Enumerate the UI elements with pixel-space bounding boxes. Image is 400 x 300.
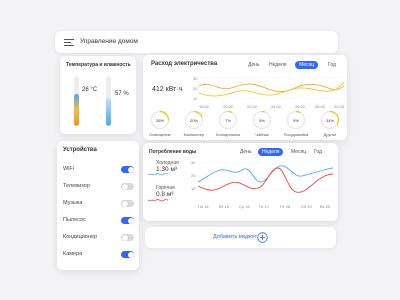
gauge: 26% Освещение — [144, 109, 176, 139]
tab-water-week[interactable]: Неделя — [258, 148, 284, 156]
water-x-label: Вс 20 — [320, 204, 331, 209]
temperature-value: 26 °C — [82, 87, 98, 93]
electricity-title: Расход электричества — [151, 61, 218, 67]
device-toggle[interactable] — [121, 183, 134, 190]
device-label: Кондиционер — [63, 234, 98, 240]
gauge-percent: 9% — [293, 118, 299, 123]
tab-elec-month[interactable]: Месяц — [295, 61, 319, 69]
device-label: WiFi — [63, 166, 74, 172]
water-x-label: Вт 15 — [219, 204, 229, 209]
electricity-total: 412 кВт·ч — [152, 86, 183, 93]
electricity-line-yellow — [199, 81, 344, 97]
devices-title: Устройства — [63, 147, 97, 153]
device-label: Телевизор — [63, 183, 90, 189]
gauge-label: Компьютер — [183, 132, 205, 137]
humidity-fill — [106, 97, 111, 126]
temperature-card-title: Температура и влажность — [66, 62, 131, 68]
water-y-tick: 20 — [191, 173, 196, 178]
page-title: Управление домом — [80, 38, 138, 45]
electricity-line-chart — [199, 77, 344, 99]
toggle-knob — [121, 234, 128, 241]
devices-card: Устройства WiFi Телевизор Музыка Пылесос Кон… — [57, 141, 139, 270]
tab-water-day[interactable]: День — [236, 148, 256, 156]
device-toggle[interactable] — [121, 217, 134, 224]
humidity-value: 57 % — [115, 91, 129, 97]
gauge: 7% Холодильник — [212, 109, 244, 139]
tab-water-month[interactable]: Месяц — [287, 148, 310, 156]
device-row: Телевизор — [57, 182, 139, 192]
gauge: 20% Компьютер — [178, 109, 210, 139]
water-title: Потребление воды — [149, 149, 197, 155]
water-x-label: Чт 17 — [259, 204, 270, 209]
device-row: WiFi — [57, 165, 139, 175]
water-y-tick: 30 — [191, 160, 196, 165]
menu-icon[interactable] — [64, 39, 74, 46]
device-row: Музыка — [57, 199, 139, 209]
gauge-label: Освещение — [149, 132, 171, 137]
device-label: Музыка — [63, 200, 83, 206]
gauge-percent: 7% — [225, 118, 231, 123]
gauge: 9% Посудомойка — [280, 109, 312, 139]
device-toggle[interactable] — [121, 251, 134, 258]
device-toggle[interactable] — [121, 200, 134, 207]
device-toggle[interactable] — [121, 234, 134, 241]
water-line-chart — [198, 162, 333, 193]
toggle-knob — [121, 183, 128, 190]
gauge-label: Чайник — [255, 132, 269, 137]
temperature-fill — [74, 93, 79, 126]
hot-water-line — [198, 167, 333, 193]
gauge-label: Другое — [323, 132, 337, 137]
hot-wave-icon — [148, 199, 168, 202]
toggle-knob — [127, 251, 134, 258]
water-x-label: Сб 19 — [301, 204, 312, 209]
water-y-tick: 10 — [191, 186, 196, 191]
tab-water-year[interactable]: Год — [310, 148, 326, 156]
device-label: Пылесос — [63, 217, 86, 223]
water-x-label: Ср 16 — [239, 204, 250, 209]
humidity-bar — [106, 76, 111, 126]
cold-wave-icon — [148, 173, 168, 176]
device-row: Кондиционер — [57, 233, 139, 243]
gauge-percent: 20% — [189, 118, 198, 123]
elec-y-tick: 10 — [193, 96, 198, 101]
water-x-label: Пт 18 — [280, 204, 291, 209]
device-row: Камера — [57, 250, 139, 260]
plus-circle-icon — [257, 232, 268, 243]
gauge: 34% Другое — [314, 109, 346, 139]
water-x-label: Пн 14 — [198, 204, 209, 209]
add-widget-label: Добавить виджет — [213, 234, 258, 240]
hot-water-value: 0.8 м³ — [156, 191, 174, 198]
add-widget-button[interactable]: Добавить виджет — [145, 227, 336, 248]
device-toggle[interactable] — [121, 166, 134, 173]
device-row: Пылесос — [57, 216, 139, 226]
toggle-knob — [127, 217, 134, 224]
toggle-knob — [127, 166, 134, 173]
temperature-card: Температура и влажность 26 °C 57 % — [60, 56, 136, 134]
gauge: 5% Чайник — [246, 109, 278, 139]
elec-y-tick: 20 — [193, 86, 198, 91]
temperature-bar — [74, 76, 79, 126]
device-label: Камера — [63, 251, 83, 257]
gauge-label: Посудомойка — [283, 132, 309, 137]
cold-water-line — [198, 165, 333, 183]
gauge-percent: 34% — [325, 118, 334, 123]
elec-y-tick: 30 — [193, 76, 198, 81]
electricity-card: Расход электричества День Неделя Месяц Г… — [143, 55, 347, 140]
gauge-percent: 5% — [259, 118, 265, 123]
tab-elec-year[interactable]: Год — [324, 61, 340, 69]
toggle-knob — [121, 200, 128, 207]
water-card: Потребление воды День Неделя Месяц Год Х… — [143, 143, 338, 221]
gauge-percent: 26% — [155, 118, 164, 123]
tab-elec-day[interactable]: День — [244, 61, 264, 69]
header-bar: Управление домом — [55, 31, 338, 53]
tab-elec-week[interactable]: Неделя — [265, 61, 290, 69]
gauge-label: Холодильник — [215, 132, 241, 137]
